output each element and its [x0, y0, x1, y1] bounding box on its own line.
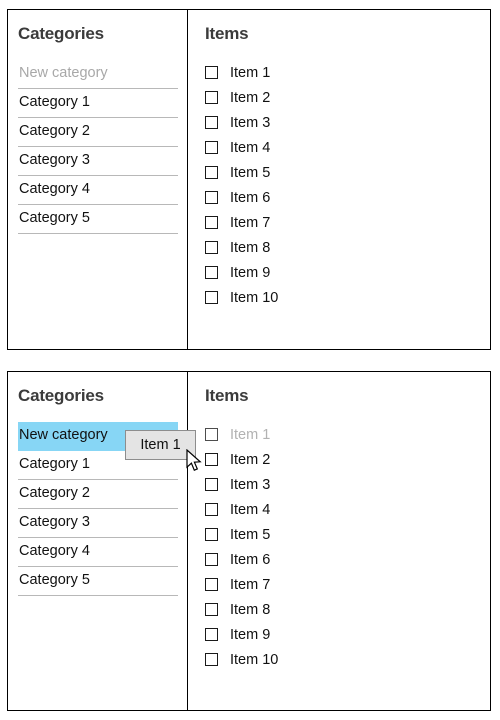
- checkbox-icon[interactable]: [205, 503, 218, 516]
- item-label: Item 9: [230, 264, 271, 281]
- category-label: Category 1: [19, 456, 90, 472]
- item-row[interactable]: Item 3: [205, 472, 490, 497]
- panel-initial-state: Categories New category Category 1 Categ…: [7, 9, 491, 350]
- category-label: Category 4: [19, 181, 90, 197]
- item-row[interactable]: Item 8: [205, 235, 490, 260]
- categories-heading: Categories: [18, 24, 104, 43]
- category-label: Category 3: [19, 514, 90, 530]
- checkbox-icon[interactable]: [205, 603, 218, 616]
- item-row[interactable]: Item 6: [205, 547, 490, 572]
- item-row[interactable]: Item 1: [205, 60, 490, 85]
- item-row[interactable]: Item 4: [205, 135, 490, 160]
- item-label: Item 2: [230, 89, 271, 106]
- checkbox-icon[interactable]: [205, 216, 218, 229]
- item-label: Item 8: [230, 239, 271, 256]
- item-label: Item 5: [230, 164, 271, 181]
- item-row[interactable]: Item 5: [205, 522, 490, 547]
- category-label: Category 1: [19, 94, 90, 110]
- item-row[interactable]: Item 5: [205, 160, 490, 185]
- item-label: Item 3: [230, 476, 271, 493]
- checkbox-icon[interactable]: [205, 141, 218, 154]
- category-row[interactable]: Category 3: [18, 509, 178, 538]
- category-row[interactable]: Category 3: [18, 147, 178, 176]
- item-row[interactable]: Item 2: [205, 447, 490, 472]
- item-label: Item 4: [230, 139, 271, 156]
- item-label: Item 1: [230, 426, 271, 443]
- item-row[interactable]: Item 6: [205, 185, 490, 210]
- item-label: Item 6: [230, 189, 271, 206]
- item-label: Item 1: [230, 64, 271, 81]
- item-row[interactable]: Item 7: [205, 572, 490, 597]
- checkbox-icon[interactable]: [205, 528, 218, 541]
- checkbox-icon[interactable]: [205, 91, 218, 104]
- checkbox-icon[interactable]: [205, 453, 218, 466]
- item-label: Item 9: [230, 626, 271, 643]
- category-row[interactable]: Category 4: [18, 176, 178, 205]
- category-label: New category: [19, 427, 108, 443]
- item-row[interactable]: Item 4: [205, 497, 490, 522]
- item-label: Item 4: [230, 501, 271, 518]
- categories-heading: Categories: [18, 386, 104, 405]
- checkbox-icon[interactable]: [205, 191, 218, 204]
- checkbox-icon[interactable]: [205, 166, 218, 179]
- checkbox-icon[interactable]: [205, 653, 218, 666]
- item-row[interactable]: Item 9: [205, 260, 490, 285]
- item-row[interactable]: Item 8: [205, 597, 490, 622]
- items-heading: Items: [205, 24, 249, 43]
- checkbox-icon[interactable]: [205, 241, 218, 254]
- items-column-drag: Items Item 1 Item 2 Item 3 Item 4 Item 5…: [188, 372, 490, 710]
- categories-column-initial: Categories New category Category 1 Categ…: [8, 10, 188, 349]
- checkbox-icon[interactable]: [205, 116, 218, 129]
- drag-ghost[interactable]: Item 1: [125, 430, 196, 460]
- item-list-drag: Item 1 Item 2 Item 3 Item 4 Item 5 Item …: [205, 422, 490, 672]
- item-label: Item 7: [230, 576, 271, 593]
- checkbox-icon[interactable]: [205, 578, 218, 591]
- item-label: Item 2: [230, 451, 271, 468]
- checkbox-icon[interactable]: [205, 553, 218, 566]
- checkbox-icon[interactable]: [205, 291, 218, 304]
- item-row[interactable]: Item 10: [205, 647, 490, 672]
- category-label: Category 5: [19, 572, 90, 588]
- items-column-initial: Items Item 1 Item 2 Item 3 Item 4 Item 5…: [188, 10, 490, 349]
- category-row[interactable]: Category 4: [18, 538, 178, 567]
- category-row[interactable]: Category 5: [18, 567, 178, 596]
- category-row[interactable]: Category 2: [18, 118, 178, 147]
- checkbox-icon[interactable]: [205, 428, 218, 441]
- item-label: Item 10: [230, 651, 279, 668]
- category-label: Category 5: [19, 210, 90, 226]
- categories-column-drag: Categories New category Category 1 Categ…: [8, 372, 188, 710]
- item-row-dragging[interactable]: Item 1: [205, 422, 490, 447]
- items-heading: Items: [205, 386, 249, 405]
- screen-root: Categories New category Category 1 Categ…: [0, 0, 500, 720]
- category-label: New category: [19, 65, 108, 81]
- category-label: Category 2: [19, 123, 90, 139]
- item-label: Item 10: [230, 289, 279, 306]
- category-row[interactable]: Category 5: [18, 205, 178, 234]
- item-label: Item 5: [230, 526, 271, 543]
- category-row[interactable]: Category 2: [18, 480, 178, 509]
- category-row-new[interactable]: New category: [18, 60, 178, 89]
- item-row[interactable]: Item 7: [205, 210, 490, 235]
- item-row[interactable]: Item 3: [205, 110, 490, 135]
- item-row[interactable]: Item 9: [205, 622, 490, 647]
- item-label: Item 3: [230, 114, 271, 131]
- category-label: Category 2: [19, 485, 90, 501]
- checkbox-icon[interactable]: [205, 66, 218, 79]
- panel-drag-state: Categories New category Category 1 Categ…: [7, 371, 491, 711]
- checkbox-icon[interactable]: [205, 628, 218, 641]
- item-row[interactable]: Item 10: [205, 285, 490, 310]
- category-label: Category 4: [19, 543, 90, 559]
- category-row[interactable]: Category 1: [18, 89, 178, 118]
- category-list-initial: New category Category 1 Category 2 Categ…: [18, 60, 178, 234]
- item-label: Item 6: [230, 551, 271, 568]
- checkbox-icon[interactable]: [205, 478, 218, 491]
- item-row[interactable]: Item 2: [205, 85, 490, 110]
- item-label: Item 7: [230, 214, 271, 231]
- category-label: Category 3: [19, 152, 90, 168]
- checkbox-icon[interactable]: [205, 266, 218, 279]
- item-list-initial: Item 1 Item 2 Item 3 Item 4 Item 5 Item …: [205, 60, 490, 310]
- item-label: Item 8: [230, 601, 271, 618]
